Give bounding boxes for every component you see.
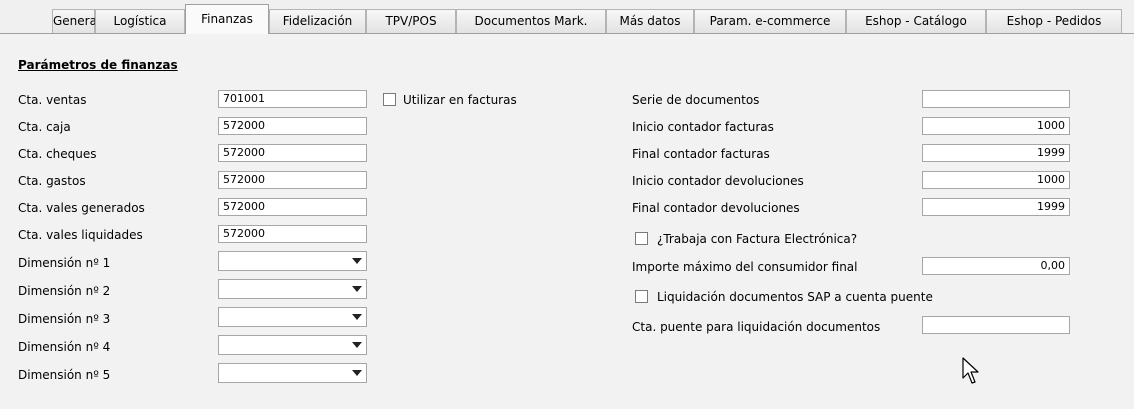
cta-ventas-field[interactable]: 701001 — [218, 90, 367, 108]
dimension-3-select[interactable] — [218, 307, 367, 327]
mouse-pointer-icon — [962, 357, 980, 388]
chevron-down-icon — [352, 342, 362, 348]
cta-vales-generados-field[interactable]: 572000 — [218, 198, 367, 216]
tab-eshop-pedidos[interactable]: Eshop - Pedidos — [986, 9, 1122, 33]
final-devoluciones-label: Final contador devoluciones — [632, 201, 800, 215]
chevron-down-icon — [352, 370, 362, 376]
liquidacion-sap-checkbox[interactable] — [635, 290, 648, 303]
factura-electronica-checkbox[interactable] — [635, 232, 648, 245]
dimension-2-label: Dimensión nº 2 — [18, 284, 111, 298]
cta-puente-label: Cta. puente para liquidación documentos — [632, 320, 881, 334]
importe-maximo-label: Importe máximo del consumidor final — [632, 260, 858, 274]
cta-caja-label: Cta. caja — [18, 120, 71, 134]
dimension-5-select[interactable] — [218, 363, 367, 383]
tab-general[interactable]: General — [52, 9, 100, 33]
tab-eshop-catalogo[interactable]: Eshop - Catálogo — [846, 9, 986, 33]
cta-cheques-field[interactable]: 572000 — [218, 144, 367, 162]
cta-caja-field[interactable]: 572000 — [218, 117, 367, 135]
cta-gastos-field[interactable]: 572000 — [218, 171, 367, 189]
dimension-1-label: Dimensión nº 1 — [18, 256, 111, 270]
utilizar-facturas-checkbox[interactable] — [383, 93, 396, 106]
inicio-facturas-field[interactable]: 1000 — [922, 117, 1070, 135]
dimension-4-select[interactable] — [218, 335, 367, 355]
tab-logistica[interactable]: Logística — [95, 9, 185, 33]
section-title: Parámetros de finanzas — [18, 58, 178, 72]
dimension-1-select[interactable] — [218, 251, 367, 271]
cta-vales-generados-label: Cta. vales generados — [18, 201, 145, 215]
dimension-5-label: Dimensión nº 5 — [18, 368, 111, 382]
tab-mas-datos[interactable]: Más datos — [606, 9, 694, 33]
serie-documentos-field[interactable] — [922, 90, 1070, 108]
cta-puente-field[interactable] — [922, 316, 1070, 334]
cta-ventas-label: Cta. ventas — [18, 93, 87, 107]
final-devoluciones-field[interactable]: 1999 — [922, 198, 1070, 216]
final-facturas-label: Final contador facturas — [632, 147, 770, 161]
importe-maximo-field[interactable]: 0,00 — [922, 257, 1070, 275]
serie-documentos-label: Serie de documentos — [632, 93, 760, 107]
tab-bar: General Logística Finanzas Fidelización … — [0, 0, 1134, 34]
cta-vales-liquidados-label: Cta. vales liquidades — [18, 228, 143, 242]
cta-vales-liquidados-field[interactable]: 572000 — [218, 225, 367, 243]
chevron-down-icon — [352, 286, 362, 292]
final-facturas-field[interactable]: 1999 — [922, 144, 1070, 162]
utilizar-facturas-label: Utilizar en facturas — [403, 93, 517, 107]
inicio-devoluciones-field[interactable]: 1000 — [922, 171, 1070, 189]
tab-documentos-mark[interactable]: Documentos Mark. — [456, 9, 606, 33]
cta-gastos-label: Cta. gastos — [18, 174, 86, 188]
chevron-down-icon — [352, 314, 362, 320]
dimension-4-label: Dimensión nº 4 — [18, 340, 111, 354]
tab-param-ecommerce[interactable]: Param. e-commerce — [694, 9, 846, 33]
tab-finanzas[interactable]: Finanzas — [185, 4, 269, 34]
tab-fidelizacion[interactable]: Fidelización — [269, 9, 366, 33]
liquidacion-sap-label: Liquidación documentos SAP a cuenta puen… — [657, 290, 933, 304]
dimension-2-select[interactable] — [218, 279, 367, 299]
factura-electronica-label: ¿Trabaja con Factura Electrónica? — [657, 232, 858, 246]
tab-tpv-pos[interactable]: TPV/POS — [366, 9, 456, 33]
chevron-down-icon — [352, 258, 362, 264]
inicio-facturas-label: Inicio contador facturas — [632, 120, 774, 134]
cta-cheques-label: Cta. cheques — [18, 147, 97, 161]
dimension-3-label: Dimensión nº 3 — [18, 312, 111, 326]
inicio-devoluciones-label: Inicio contador devoluciones — [632, 174, 804, 188]
